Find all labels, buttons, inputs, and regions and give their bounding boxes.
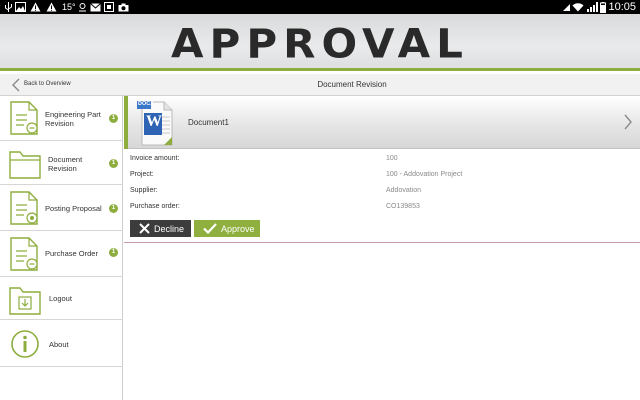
purchase-order-label: Purchase order: — [130, 203, 180, 210]
document-row[interactable]: DOCX W Document1 — [124, 96, 640, 149]
approve-label: Approve — [221, 223, 255, 234]
battery-icon — [599, 1, 607, 13]
supplier-label: Supplier: — [130, 187, 158, 194]
warning-icon — [45, 1, 57, 13]
app-header: APPROVAL — [0, 14, 640, 71]
checkmark-icon — [203, 223, 217, 234]
invoice-amount-label: Invoice amount: — [130, 155, 180, 162]
document-settings-icon — [9, 191, 41, 225]
info-icon — [9, 327, 41, 361]
document-name: Document1 — [188, 118, 229, 127]
wifi-icon — [572, 1, 584, 13]
count-badge: 1 — [109, 114, 118, 123]
approve-button[interactable]: Approve — [194, 220, 260, 237]
usb-icon — [3, 1, 13, 13]
sidebar-item-label: About — [49, 340, 69, 349]
logout-folder-icon — [9, 282, 41, 316]
sidebar: Engineering Part Revision 1 Document Revis… — [0, 96, 123, 400]
mail-icon — [89, 1, 101, 13]
status-bar: 15° 10:05 — [0, 0, 640, 14]
count-badge: 1 — [109, 248, 118, 257]
project-label: Project: — [130, 171, 154, 178]
chevron-right-icon[interactable] — [622, 113, 634, 131]
sidebar-item-logout[interactable]: Logout — [0, 277, 122, 320]
supplier-value: Addovation — [386, 187, 422, 194]
page-title: Document Revision — [317, 80, 387, 89]
camera-icon — [117, 1, 129, 13]
sidebar-item-engineering-part-revision[interactable]: Engineering Part Revision 1 — [0, 96, 122, 141]
sidebar-item-posting-proposal[interactable]: Posting Proposal 1 — [0, 185, 122, 231]
count-badge: 1 — [109, 204, 118, 213]
sidebar-item-label: Purchase Order — [45, 249, 98, 258]
sidebar-item-label: Logout — [49, 294, 72, 303]
decline-button[interactable]: Decline — [130, 220, 191, 237]
sidebar-item-label: Engineering Part Revision — [45, 110, 101, 128]
word-letter: W — [146, 113, 162, 130]
signal-icon — [561, 1, 571, 13]
gallery-icon — [14, 1, 26, 13]
invoice-amount-value: 100 — [386, 155, 398, 162]
app-title: APPROVAL — [171, 20, 469, 67]
selection-accent — [124, 96, 128, 149]
folder-icon — [9, 146, 41, 180]
main-content: DOCX W Document1 Invoice amount: 100 Pro… — [124, 96, 640, 400]
sidebar-item-about[interactable]: About — [0, 320, 122, 367]
warning-icon — [29, 1, 41, 13]
clock: 10:05 — [608, 1, 636, 13]
close-icon — [139, 223, 150, 234]
document-list-icon — [9, 237, 41, 271]
section-divider — [124, 242, 640, 243]
purchase-order-value: CO139853 — [386, 203, 420, 210]
sidebar-item-label: Posting Proposal — [45, 204, 102, 213]
word-document-icon: DOCX W — [136, 99, 176, 147]
sub-header: Back to Overview Document Revision — [0, 74, 640, 96]
decline-label: Decline — [154, 223, 185, 234]
count-badge: 1 — [109, 159, 118, 168]
screenshot-icon — [103, 1, 115, 13]
docx-badge: DOCX — [138, 101, 154, 107]
sidebar-item-label: Document Revision — [48, 155, 83, 173]
weather-temperature: 15° — [62, 2, 76, 12]
sidebar-item-purchase-order[interactable]: Purchase Order 1 — [0, 231, 122, 277]
weather-icon — [77, 1, 87, 13]
sidebar-item-document-revision[interactable]: Document Revision 1 — [0, 141, 122, 185]
document-list-icon — [9, 101, 41, 135]
project-value: 100 - Addovation Project — [386, 171, 463, 178]
cell-signal-icon — [586, 1, 598, 13]
